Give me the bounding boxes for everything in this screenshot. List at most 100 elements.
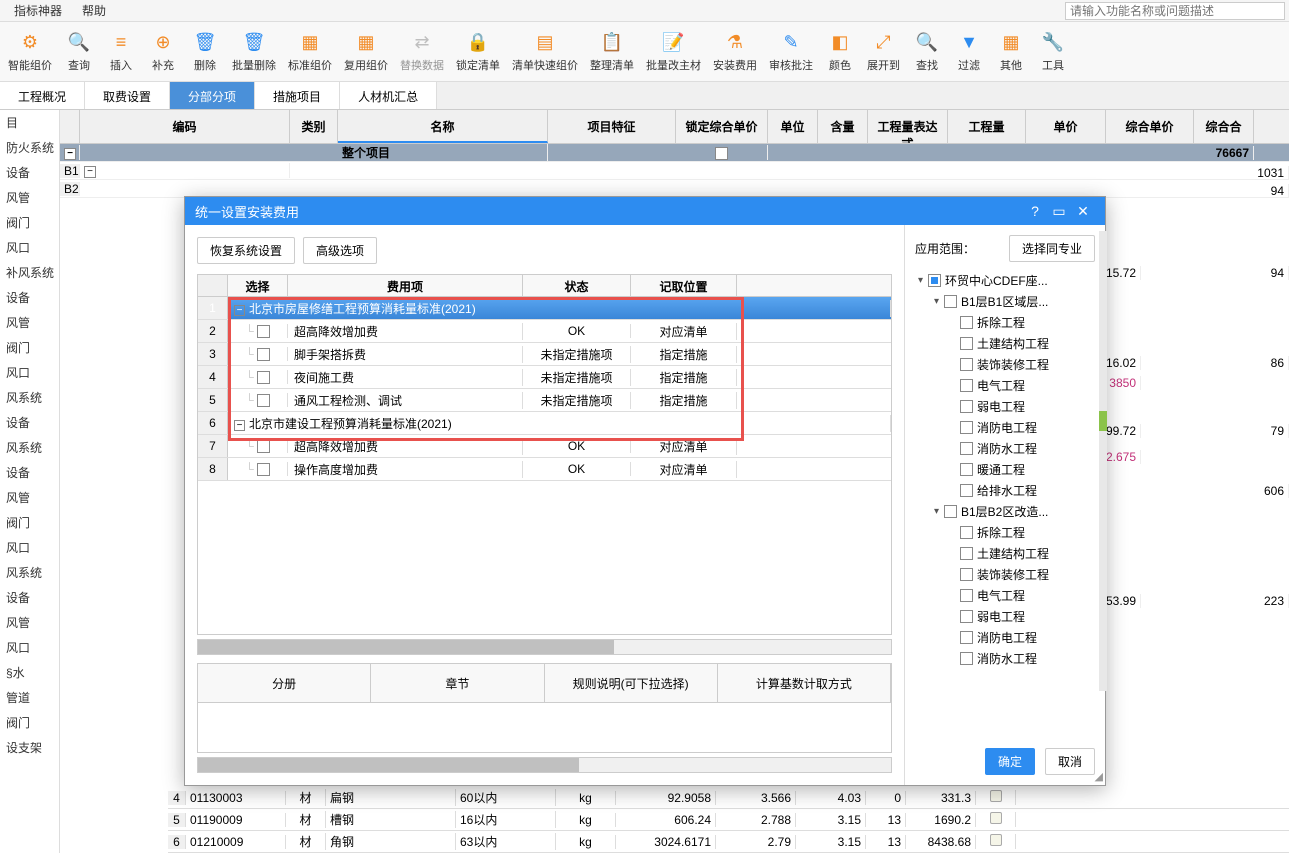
tool-清单快速组价[interactable]: ▤清单快速组价 (506, 26, 584, 77)
tree-node[interactable]: 消防电工程 (915, 627, 1095, 648)
tree-checkbox[interactable] (960, 568, 973, 581)
tab-取费设置[interactable]: 取费设置 (85, 82, 170, 109)
col-编码[interactable]: 编码 (80, 110, 290, 143)
sidebar-item[interactable]: 阀门 (0, 335, 59, 360)
advanced-button[interactable]: 高级选项 (303, 237, 377, 264)
close-icon[interactable]: ✕ (1071, 199, 1095, 223)
fee-row[interactable]: 2 └ 超高降效增加费 OK 对应清单 (198, 320, 891, 343)
tree-checkbox[interactable] (960, 484, 973, 497)
tool-过滤[interactable]: ▼过滤 (948, 26, 990, 77)
tool-查找[interactable]: 🔍查找 (906, 26, 948, 77)
lock-checkbox[interactable] (715, 147, 728, 160)
tree-checkbox[interactable] (960, 631, 973, 644)
tool-整理清单[interactable]: 📋整理清单 (584, 26, 640, 77)
maximize-icon[interactable]: ▭ (1047, 199, 1071, 223)
tool-锁定清单[interactable]: 🔒锁定清单 (450, 26, 506, 77)
fee-row[interactable]: 7 └ 超高降效增加费 OK 对应清单 (198, 435, 891, 458)
select-same-button[interactable]: 选择同专业 (1009, 235, 1095, 262)
tree-checkbox[interactable] (960, 589, 973, 602)
tool-复用组价[interactable]: ▦复用组价 (338, 26, 394, 77)
tab-人材机汇总[interactable]: 人材机汇总 (340, 82, 437, 109)
restore-button[interactable]: 恢复系统设置 (197, 237, 295, 264)
material-row[interactable]: 5 01190009 材 槽钢 16以内 kg 606.24 2.788 3.1… (168, 809, 1289, 831)
sidebar-item[interactable]: 设备 (0, 160, 59, 185)
tree-node[interactable]: 消防电工程 (915, 417, 1095, 438)
sidebar-item[interactable]: 阀门 (0, 510, 59, 535)
sidebar-item[interactable]: 设支架 (0, 735, 59, 760)
menu-help[interactable]: 帮助 (72, 0, 116, 21)
tool-智能组价[interactable]: ⚙智能组价 (2, 26, 58, 77)
cancel-button[interactable]: 取消 (1045, 748, 1095, 775)
sidebar-item[interactable]: 管道 (0, 685, 59, 710)
menu-indicator[interactable]: 指标神器 (4, 0, 72, 21)
help-icon[interactable]: ? (1023, 199, 1047, 223)
tool-安装费用[interactable]: ⚗安装费用 (707, 26, 763, 77)
col-锁定综合单价[interactable]: 锁定综合单价 (676, 110, 768, 143)
col-综合单价[interactable]: 综合单价 (1106, 110, 1194, 143)
tree-checkbox[interactable] (960, 337, 973, 350)
tree-node[interactable]: 消防水工程 (915, 648, 1095, 669)
tree-checkbox[interactable] (960, 547, 973, 560)
sidebar-item[interactable]: 设备 (0, 460, 59, 485)
lock-icon[interactable] (990, 834, 1002, 846)
search-input[interactable] (1065, 2, 1285, 20)
tree-node[interactable]: 暖通工程 (915, 459, 1095, 480)
sidebar-item[interactable]: 设备 (0, 285, 59, 310)
tree-checkbox[interactable] (960, 379, 973, 392)
col-含量[interactable]: 含量 (818, 110, 868, 143)
sidebar-item[interactable]: 补风系统 (0, 260, 59, 285)
sidebar-item[interactable]: 风管 (0, 310, 59, 335)
tree-checkbox[interactable] (960, 463, 973, 476)
sidebar-item[interactable]: 阀门 (0, 210, 59, 235)
fee-row[interactable]: 8 └ 操作高度增加费 OK 对应清单 (198, 458, 891, 481)
lock-icon[interactable] (990, 812, 1002, 824)
tool-标准组价[interactable]: ▦标准组价 (282, 26, 338, 77)
dialog-vscroll[interactable] (1099, 231, 1107, 691)
col-单价[interactable]: 单价 (1026, 110, 1106, 143)
rule-tab[interactable]: 计算基数计取方式 (718, 664, 891, 702)
fee-row[interactable]: 5 └ 通风工程检测、调试 未指定措施项 指定措施 (198, 389, 891, 412)
tool-展开到[interactable]: ⤢展开到 (861, 26, 906, 77)
tree-toggle-icon[interactable]: ▾ (931, 296, 942, 307)
fee-checkbox[interactable] (257, 325, 270, 338)
hscroll[interactable] (197, 639, 892, 655)
tool-查询[interactable]: 🔍查询 (58, 26, 100, 77)
collapse-icon[interactable]: − (234, 420, 245, 431)
tool-其他[interactable]: ▦其他 (990, 26, 1032, 77)
table-row[interactable]: − 整个项目 76667 (60, 144, 1289, 162)
tool-颜色[interactable]: ◧颜色 (819, 26, 861, 77)
collapse-icon[interactable]: − (84, 166, 96, 178)
tree-node[interactable]: 拆除工程 (915, 522, 1095, 543)
sidebar-item[interactable]: §水 (0, 660, 59, 685)
tree-node[interactable]: ▾B1层B1区域层... (915, 291, 1095, 312)
tree-checkbox[interactable] (960, 610, 973, 623)
fee-checkbox[interactable] (257, 463, 270, 476)
tree-node[interactable]: ▾环贸中心CDEF座... (915, 270, 1095, 291)
sidebar-item[interactable]: 风口 (0, 535, 59, 560)
tree-checkbox[interactable] (960, 442, 973, 455)
sidebar-item[interactable]: 阀门 (0, 710, 59, 735)
tool-批量删除[interactable]: 🗑批量删除 (226, 26, 282, 77)
col-类别[interactable]: 类别 (290, 110, 338, 143)
fee-checkbox[interactable] (257, 394, 270, 407)
tree-node[interactable]: 装饰装修工程 (915, 564, 1095, 585)
tool-批量改主材[interactable]: 📝批量改主材 (640, 26, 707, 77)
tree-node[interactable]: 弱电工程 (915, 396, 1095, 417)
tree-checkbox[interactable] (944, 295, 957, 308)
rule-tab[interactable]: 规则说明(可下拉选择) (545, 664, 718, 702)
sidebar-item[interactable]: 设备 (0, 585, 59, 610)
tree-node[interactable]: 给排水工程 (915, 480, 1095, 501)
sidebar-item[interactable]: 风系统 (0, 560, 59, 585)
fee-row[interactable]: 4 └ 夜间施工费 未指定措施项 指定措施 (198, 366, 891, 389)
sidebar-item[interactable]: 风管 (0, 185, 59, 210)
tree-node[interactable]: 弱电工程 (915, 606, 1095, 627)
col-名称[interactable]: 名称 (338, 110, 548, 143)
tree-node[interactable]: ▾B1层B2区改造... (915, 501, 1095, 522)
sidebar-item[interactable]: 风管 (0, 485, 59, 510)
lock-icon[interactable] (990, 790, 1002, 802)
fee-checkbox[interactable] (257, 440, 270, 453)
tab-工程概况[interactable]: 工程概况 (0, 82, 85, 109)
fee-group-row[interactable]: 6 −北京市建设工程预算消耗量标准(2021) (198, 412, 891, 435)
tool-插入[interactable]: ≡插入 (100, 26, 142, 77)
tree-checkbox[interactable] (960, 316, 973, 329)
